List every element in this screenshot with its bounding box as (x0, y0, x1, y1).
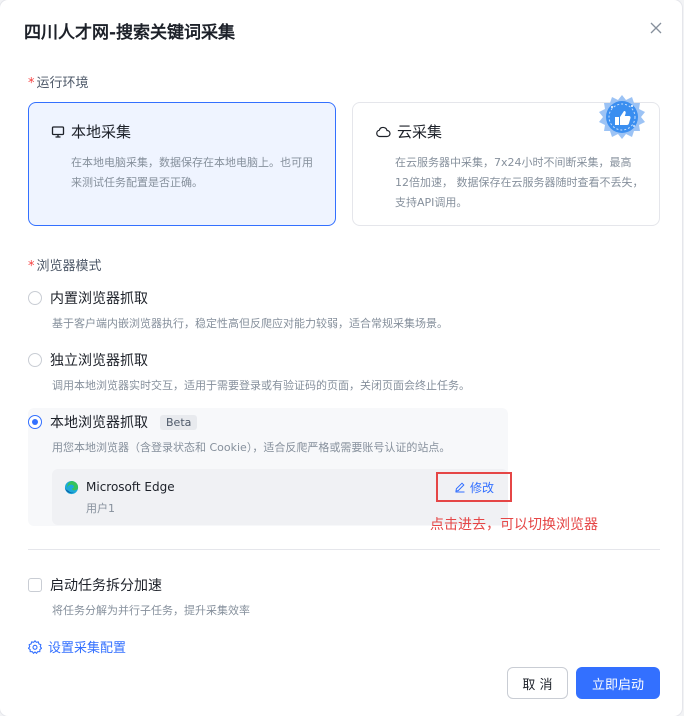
local-collect-card[interactable]: 本地采集 在本地电脑采集，数据保存在本地电脑上。也可用来测试任务配置是否正确。 (28, 102, 336, 226)
dialog-title: 四川人才网-搜索关键词采集 (24, 23, 236, 43)
radio-local-browser[interactable]: 本地浏览器抓取 Beta (28, 412, 198, 432)
browser-mode-section-label: * 浏览器模式 (28, 255, 102, 274)
cloud-icon (376, 126, 391, 137)
cloud-collect-title: 云采集 (397, 123, 443, 141)
radio-circle[interactable] (28, 291, 42, 305)
radio-standalone-desc: 调用本地浏览器实时交互，适用于需要登录或有验证码的页面，关闭页面会终止任务。 (52, 379, 470, 392)
radio-local-label: 本地浏览器抓取 (50, 415, 148, 431)
gear-icon (28, 639, 42, 654)
radio-builtin-desc: 基于客户端内嵌浏览器执行，稳定性高但反爬应对能力较弱，适合常规采集场景。 (52, 317, 448, 330)
radio-standalone-browser[interactable]: 独立浏览器抓取 (28, 350, 148, 370)
split-task-label: 启动任务拆分加速 (50, 578, 162, 594)
start-now-button[interactable]: 立即启动 (576, 667, 660, 699)
cancel-button[interactable]: 取 消 (507, 667, 568, 699)
local-collect-desc: 在本地电脑采集，数据保存在本地电脑上。也可用来测试任务配置是否正确。 (71, 156, 313, 189)
cloud-collect-desc: 在云服务器中采集，7x24小时不间断采集，最高12倍加速， 数据保存在云服务器随… (395, 156, 644, 209)
radio-builtin-label: 内置浏览器抓取 (50, 291, 148, 307)
close-icon[interactable] (648, 20, 664, 36)
split-task-checkbox[interactable] (28, 578, 42, 592)
env-label-text: 运行环境 (36, 76, 89, 91)
edit-browser-label: 修改 (469, 480, 494, 495)
divider (28, 549, 660, 550)
switch-browser-annotation: 点击进去，可以切换浏览器 (430, 517, 598, 533)
edge-browser-icon (64, 480, 79, 495)
beta-badge: Beta (160, 414, 198, 430)
required-mark: * (28, 76, 35, 91)
collect-config-label: 设置采集配置 (48, 641, 127, 656)
split-task-checkbox-row[interactable]: 启动任务拆分加速 (28, 575, 162, 595)
radio-standalone-label: 独立浏览器抓取 (50, 353, 148, 369)
required-mark: * (28, 259, 35, 274)
task-start-dialog: 四川人才网-搜索关键词采集 * 运行环境 本地采集 在本地电脑采集，数据保存在本地… (0, 0, 682, 716)
pencil-icon (455, 482, 465, 493)
local-collect-title: 本地采集 (71, 123, 132, 141)
collect-config-link[interactable]: 设置采集配置 (28, 637, 126, 656)
thumbs-up-badge-icon (599, 95, 645, 139)
browser-user: 用户1 (86, 502, 115, 515)
edit-browser-button[interactable]: 修改 (436, 472, 512, 502)
radio-builtin-browser[interactable]: 内置浏览器抓取 (28, 288, 148, 308)
env-section-label: * 运行环境 (28, 72, 89, 91)
radio-local-desc: 用您本地浏览器（含登录状态和 Cookie），适合反爬严格或需要账号认证的站点。 (52, 441, 451, 454)
radio-circle[interactable] (28, 353, 42, 367)
browser-mode-label-text: 浏览器模式 (36, 259, 102, 274)
monitor-icon (51, 125, 65, 138)
browser-name: Microsoft Edge (86, 480, 175, 494)
split-task-desc: 将任务分解为并行子任务，提升采集效率 (52, 604, 250, 617)
radio-circle-checked[interactable] (28, 415, 42, 429)
